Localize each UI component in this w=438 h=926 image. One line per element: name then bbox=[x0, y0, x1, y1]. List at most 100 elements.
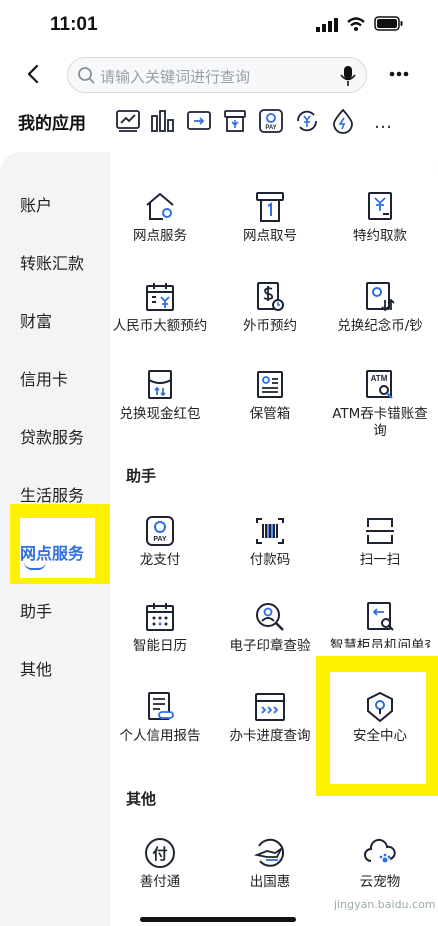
signal-icon bbox=[316, 18, 338, 32]
section-title-helper: 助手 bbox=[126, 467, 157, 485]
tile-atm-error[interactable]: ATM ATM吞卡错账查询 bbox=[326, 368, 434, 440]
tile-label: 安全中心 bbox=[353, 728, 407, 744]
red-packet-icon bbox=[148, 370, 172, 399]
tile-label: 个人信用报告 bbox=[119, 728, 201, 744]
tile-take-number[interactable]: 网点取号 bbox=[216, 190, 324, 245]
battery-icon bbox=[374, 16, 403, 31]
tile-label: 网点服务 bbox=[133, 228, 187, 244]
sidebar-item-other[interactable]: 其他 bbox=[20, 656, 52, 680]
tile-cash-redpacket[interactable]: 兑换现金红包 bbox=[106, 368, 214, 423]
tile-label: 出国惠 bbox=[249, 874, 291, 890]
wifi-icon bbox=[347, 17, 365, 31]
tile-label: 扫一扫 bbox=[359, 552, 401, 568]
section-title-other: 其他 bbox=[126, 790, 157, 808]
shan-text: 付 bbox=[152, 845, 167, 863]
tile-smart-teller-query[interactable]: 智慧柜员机间单查询 bbox=[330, 600, 430, 648]
seal-search-icon bbox=[256, 603, 284, 631]
tile-long-pay[interactable]: PAY 龙支付 bbox=[106, 514, 214, 569]
tile-shanfutong[interactable]: 付 善付通 bbox=[106, 836, 214, 891]
watermark: jingyan.baidu.com bbox=[334, 898, 436, 911]
tile-smart-calendar[interactable]: 智能日历 bbox=[106, 600, 214, 655]
tile-special-withdraw[interactable]: 特约取款 bbox=[326, 190, 434, 245]
my-apps-title: 我的应用 bbox=[18, 114, 86, 134]
outlet-house-icon bbox=[146, 192, 174, 220]
sidebar-item-outlet[interactable]: 网点服务 bbox=[20, 540, 84, 564]
calendar-icon bbox=[146, 603, 174, 631]
teller-query-icon bbox=[367, 602, 394, 631]
more-options-icon[interactable] bbox=[386, 60, 416, 88]
water-drop-icon[interactable] bbox=[330, 108, 356, 134]
sidebar-item-life[interactable]: 生活服务 bbox=[20, 482, 84, 506]
currency-exchange-icon[interactable] bbox=[294, 108, 320, 134]
tile-label: 办卡进度查询 bbox=[229, 728, 311, 744]
scan-icon bbox=[366, 518, 394, 544]
sidebar-item-wealth[interactable]: 财富 bbox=[20, 308, 52, 332]
microphone-icon[interactable] bbox=[340, 65, 356, 87]
cloud-pet-icon bbox=[364, 838, 396, 863]
sidebar-item-account[interactable]: 账户 bbox=[20, 192, 52, 216]
pay-app-icon[interactable]: PAY bbox=[258, 108, 284, 134]
tile-payment-code[interactable]: 付款码 bbox=[216, 514, 324, 569]
tile-credit-report[interactable]: 个人信用报告 bbox=[106, 690, 214, 745]
card-progress-icon bbox=[255, 693, 285, 721]
box-icon[interactable] bbox=[222, 108, 248, 134]
tile-label: ATM吞卡错账查询 bbox=[332, 406, 428, 439]
bar-chart-icon[interactable] bbox=[150, 108, 176, 134]
card-transfer-icon[interactable] bbox=[186, 108, 212, 134]
home-indicator bbox=[140, 917, 296, 922]
pay-text: PAY bbox=[265, 125, 276, 131]
tile-commemorative-coin[interactable]: 兑换纪念币/钞 bbox=[326, 280, 434, 335]
tile-rmb-appointment[interactable]: 人民币大额预约 bbox=[106, 280, 214, 335]
safe-box-icon bbox=[257, 371, 283, 398]
barcode-icon bbox=[256, 518, 284, 544]
tile-label: 特约取款 bbox=[353, 228, 407, 244]
tile-card-progress[interactable]: 办卡进度查询 bbox=[216, 690, 324, 745]
tile-overseas[interactable]: 出国惠 bbox=[216, 836, 324, 891]
dollar-clock-icon bbox=[257, 282, 284, 311]
tile-label: 电子印章查验 bbox=[229, 638, 311, 654]
atm-text: ATM bbox=[371, 374, 388, 383]
back-icon[interactable] bbox=[22, 60, 46, 88]
sidebar-item-transfer[interactable]: 转账汇款 bbox=[20, 250, 84, 274]
tile-label: 付款码 bbox=[249, 552, 291, 568]
search-placeholder: 请输入关键词进行查询 bbox=[100, 68, 251, 86]
tile-label: 智能日历 bbox=[133, 638, 187, 654]
sidebar-item-loan[interactable]: 贷款服务 bbox=[20, 424, 84, 448]
search-icon bbox=[78, 67, 95, 84]
ticket-number-icon bbox=[256, 192, 284, 222]
status-bar: 11:01 bbox=[0, 0, 438, 50]
atm-search-icon: ATM bbox=[366, 370, 393, 399]
tile-label: 保管箱 bbox=[249, 406, 291, 422]
tile-security-center[interactable]: 安全中心 bbox=[326, 690, 434, 745]
tile-label: 云宠物 bbox=[359, 874, 401, 890]
chart-line-icon[interactable] bbox=[115, 108, 141, 134]
tile-label: 网点取号 bbox=[243, 228, 297, 244]
pay-text: PAY bbox=[153, 536, 167, 543]
shield-icon bbox=[367, 691, 393, 723]
tile-label: 龙支付 bbox=[139, 552, 181, 568]
tile-label: 人民币大额预约 bbox=[112, 318, 208, 334]
long-pay-icon: PAY bbox=[146, 516, 174, 546]
credit-report-icon bbox=[148, 692, 174, 720]
coin-exchange-icon bbox=[366, 282, 395, 312]
sidebar-item-credit-card[interactable]: 信用卡 bbox=[20, 366, 68, 390]
calendar-rmb-icon bbox=[146, 283, 174, 311]
tile-forex-appointment[interactable]: 外币预约 bbox=[216, 280, 324, 335]
tile-cloud-pet[interactable]: 云宠物 bbox=[326, 836, 434, 891]
tile-label: 善付通 bbox=[139, 874, 181, 890]
tile-e-seal-check[interactable]: 电子印章查验 bbox=[216, 600, 324, 655]
tile-scan[interactable]: 扫一扫 bbox=[326, 514, 434, 569]
tile-outlet-service[interactable]: 网点服务 bbox=[106, 190, 214, 245]
tile-safe-box[interactable]: 保管箱 bbox=[216, 368, 324, 423]
withdraw-icon bbox=[368, 192, 392, 220]
tile-label: 兑换纪念币/钞 bbox=[337, 318, 423, 334]
my-apps-more[interactable]: … bbox=[374, 112, 393, 133]
search-input[interactable]: 请输入关键词进行查询 bbox=[67, 57, 367, 93]
status-time: 11:01 bbox=[50, 14, 98, 35]
plane-globe-icon bbox=[253, 838, 285, 867]
shanfutong-icon: 付 bbox=[145, 838, 175, 868]
tile-label: 兑换现金红包 bbox=[119, 406, 201, 422]
tile-label: 智慧柜员机间单查询 bbox=[330, 638, 430, 648]
sidebar-item-assistant[interactable]: 助手 bbox=[20, 598, 52, 622]
tile-label: 外币预约 bbox=[243, 318, 297, 334]
